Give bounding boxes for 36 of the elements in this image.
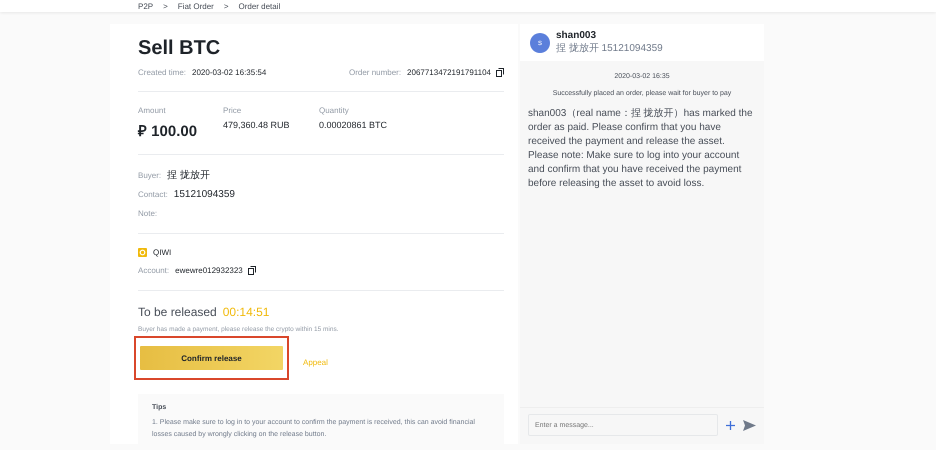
figure-value: ₽ 100.00 — [138, 122, 198, 140]
figure-label: Amount — [138, 106, 167, 115]
account-label: Account: — [138, 266, 170, 274]
countdown-timer: 00:14:51 — [222, 305, 270, 319]
figure-value: 0.00020861 BTC — [319, 120, 388, 130]
payment-method: QIWI — [153, 248, 172, 257]
buyer-field-label: Buyer: — [138, 170, 162, 180]
copy-icon[interactable] — [248, 266, 256, 274]
chat-message: shan003（real name：捏 拢放开）has marked the order as paid. Please confirm that you have received the payment and release the asset. Please note: Make sure to log into your account and confirm that you have received the payment before releasing the asset to avoid loss. — [528, 107, 754, 191]
breadcrumb-separator: > — [163, 2, 168, 12]
user-avatar: s — [530, 32, 550, 52]
figure-label: Price — [223, 106, 242, 115]
buyer-field-label: Note: — [138, 208, 158, 218]
release-status-title: To be released — [138, 305, 217, 319]
order-number-value: 2067713472191791104 — [407, 68, 491, 77]
created-time-label: Created time: — [138, 68, 186, 77]
copy-icon[interactable] — [496, 68, 504, 77]
created-time-value: 2020-03-02 16:35:54 — [192, 68, 266, 77]
plus-icon[interactable] — [726, 420, 735, 430]
breadcrumb-link[interactable]: Fiat Order — [178, 2, 214, 12]
breadcrumb-separator: > — [224, 2, 228, 12]
figure-label: Quantity — [319, 106, 350, 115]
buyer-field-value: 捏 拢放开 — [167, 168, 210, 182]
buyer-field-value: 15121094359 — [174, 188, 235, 200]
breadcrumb-link[interactable]: P2P — [138, 2, 154, 12]
breadcrumb-link[interactable]: Order detail — [238, 2, 280, 12]
chat-user-contact: 捏 拢放开 15121094359 — [556, 42, 663, 55]
order-number-label: Order number: — [349, 68, 402, 77]
account-value: ewewre012932323 — [175, 266, 243, 274]
wallet-logo-icon — [138, 248, 147, 257]
confirm-release-button[interactable]: Confirm release — [140, 346, 283, 370]
send-icon[interactable] — [743, 420, 756, 430]
figure-value: 479,360.48 RUB — [223, 120, 291, 130]
buyer-field-label: Contact: — [138, 190, 168, 198]
chat-user-name: shan003 — [556, 30, 598, 41]
page-title: Sell BTC — [138, 36, 222, 60]
